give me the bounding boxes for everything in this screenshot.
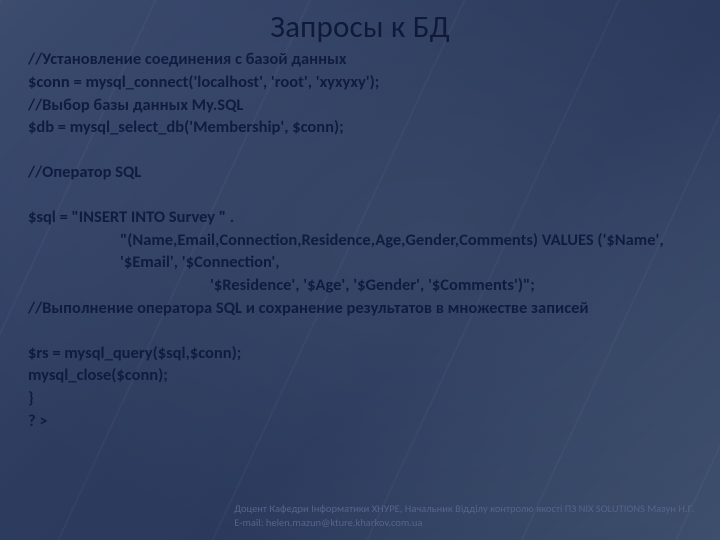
code-line: mysql_close($conn); (28, 364, 692, 387)
footer-line: Доцент Кафедри Інформатики ХНУРЕ, Началь… (234, 502, 694, 516)
code-line: //Выбор базы данных My.SQL (28, 94, 692, 117)
code-line: //Оператор SQL (28, 161, 692, 184)
code-line: } (28, 387, 692, 410)
code-line: //Установление соединения с базой данных (28, 48, 692, 71)
slide-footer: Доцент Кафедри Інформатики ХНУРЕ, Началь… (234, 502, 694, 530)
code-line: $conn = mysql_connect('localhost', 'root… (28, 71, 692, 94)
code-line: $sql = "INSERT INTO Survey " . (28, 206, 692, 229)
slide-body: //Установление соединения с базой данных… (28, 48, 692, 433)
code-line: $db = mysql_select_db('Membership', $con… (28, 116, 692, 139)
slide-title: Запросы к БД (28, 8, 692, 46)
code-line: $rs = mysql_query($sql,$conn); (28, 342, 692, 365)
code-line: "(Name,Email,Connection,Residence,Age,Ge… (28, 229, 692, 275)
slide: Запросы к БД //Установление соединения с… (0, 0, 720, 540)
code-line: ? > (28, 410, 692, 433)
code-line: '$Residence', '$Age', '$Gender', '$Comme… (28, 274, 692, 297)
footer-line: E-mail: helen.mazun@kture.kharkov.com.ua (234, 516, 694, 530)
code-line: //Выполнение оператора SQL и сохранение … (28, 297, 692, 320)
